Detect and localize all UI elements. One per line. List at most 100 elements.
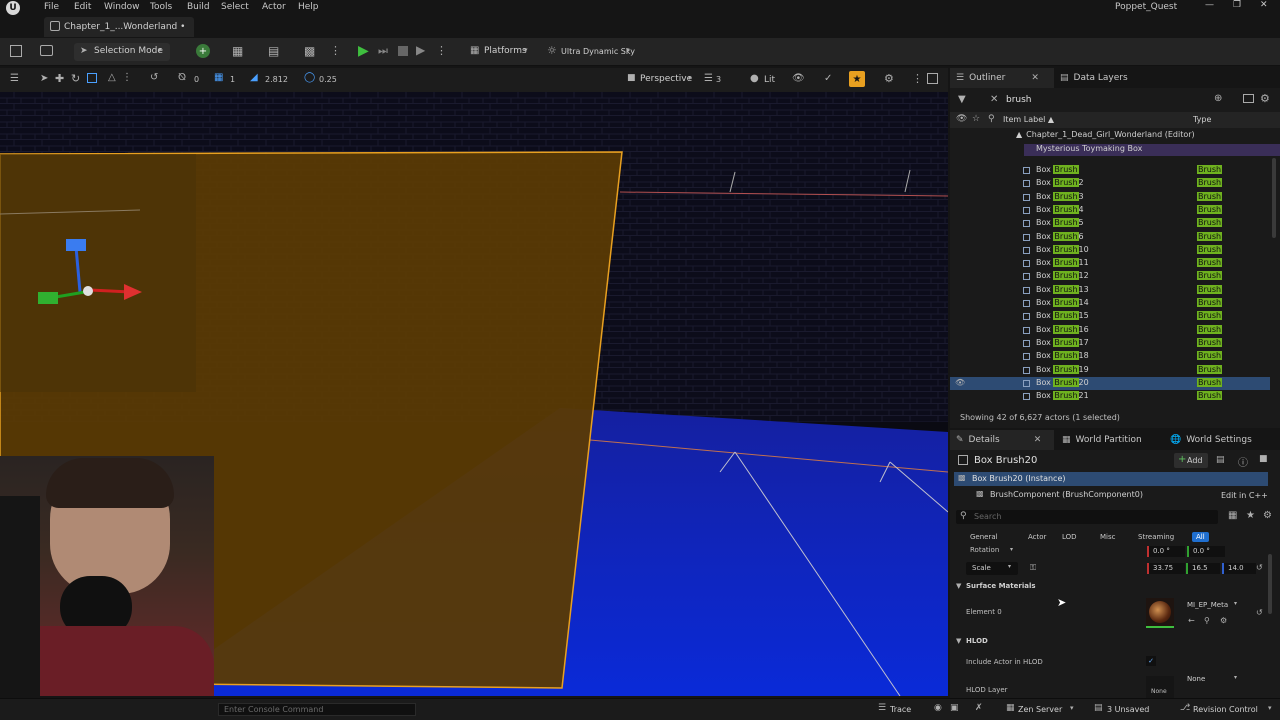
scale-y-field[interactable]: 16.5 xyxy=(1186,563,1220,574)
outliner-row[interactable]: Box Brush3 Brush xyxy=(950,191,1270,204)
settings-gear-icon[interactable]: ⚙ xyxy=(884,72,894,85)
outliner-row[interactable]: Box Brush6 Brush xyxy=(950,231,1270,244)
table-view-icon[interactable]: ▦ xyxy=(1228,510,1237,521)
step-icon[interactable]: ⏭ xyxy=(378,44,388,58)
viewport-menu-icon[interactable]: ☰ xyxy=(10,73,19,84)
menu-actor[interactable]: Actor xyxy=(262,2,286,12)
camera-count-icon[interactable]: ☰ xyxy=(704,73,713,84)
perspective-button[interactable]: Perspective xyxy=(640,74,692,84)
fov-value[interactable]: 2.812 xyxy=(265,75,288,84)
material-thumbnail[interactable] xyxy=(1146,598,1174,628)
menu-window[interactable]: Window xyxy=(104,2,140,12)
outliner-row[interactable]: Box Brush4 Brush xyxy=(950,204,1270,217)
fov-icon[interactable]: ◢ xyxy=(250,72,258,83)
outliner-row[interactable]: Box Brush5 Brush xyxy=(950,217,1270,230)
type-header[interactable]: Type xyxy=(1193,115,1211,124)
zen-server-button[interactable]: Zen Server xyxy=(1018,705,1062,714)
game-view-icon[interactable]: ★ xyxy=(849,71,865,87)
new-folder-icon[interactable] xyxy=(1243,94,1254,103)
translate-tool-icon[interactable]: ✚ xyxy=(55,72,64,85)
derived-data-icon[interactable]: ✗ xyxy=(975,703,983,713)
browse-icon[interactable]: ⚲ xyxy=(1204,616,1210,625)
stop-icon[interactable] xyxy=(398,46,408,56)
modes-icon[interactable]: ▩ xyxy=(304,44,315,58)
unreal-logo-icon[interactable]: U xyxy=(6,1,20,15)
visibility-eye-icon[interactable]: 👁 xyxy=(955,378,965,387)
play-options-icon[interactable]: ⋮ xyxy=(436,44,447,57)
outliner-row[interactable]: Box Brush17 Brush xyxy=(950,337,1270,350)
outliner-row[interactable]: Box Brush2 Brush xyxy=(950,177,1270,190)
blueprint-icon[interactable]: ▦ xyxy=(232,44,243,58)
vp-more-icon[interactable]: ⋮ xyxy=(122,72,132,83)
console-input[interactable]: Enter Console Command xyxy=(218,703,416,716)
menu-build[interactable]: Build xyxy=(187,2,210,12)
outliner-row[interactable]: Box Brush10 Brush xyxy=(950,244,1270,257)
scale-z-field[interactable]: 14.0 xyxy=(1222,563,1256,574)
save-icon[interactable] xyxy=(10,45,22,57)
world-local-icon[interactable]: ↺ xyxy=(150,72,158,83)
rotation-y-field[interactable]: 0.0 ° xyxy=(1187,546,1225,557)
surface-materials-header[interactable]: ▼ Surface Materials xyxy=(950,580,1270,594)
tree-folder[interactable]: Mysterious Toymaking Box xyxy=(1024,144,1280,156)
add-filter-icon[interactable]: ⊕ xyxy=(1214,93,1222,104)
revision-control-button[interactable]: Revision Control xyxy=(1193,705,1258,714)
tab-outliner[interactable]: ☰ Outliner ✕ xyxy=(950,68,1054,88)
outliner-search-input[interactable]: brush xyxy=(1004,92,1204,108)
ultra-dynamic-sky-button[interactable]: Ultra Dynamic Sky xyxy=(561,47,635,56)
category-general[interactable]: General xyxy=(966,532,1002,542)
tab-world-settings[interactable]: 🌐 World Settings xyxy=(1170,430,1252,450)
surface-snap-icon[interactable]: △ xyxy=(108,72,116,83)
selection-mode-button[interactable]: ➤ Selection Mode ▾ xyxy=(74,43,170,61)
category-all[interactable]: All xyxy=(1192,532,1209,542)
tab-details[interactable]: ✎ Details ✕ xyxy=(950,430,1054,450)
instance-row[interactable]: ▩ Box Brush20 (Instance) xyxy=(954,472,1268,486)
rotation-x-field[interactable]: 0.0 ° xyxy=(1147,546,1185,557)
tree-root[interactable]: ▲ Chapter_1_Dead_Girl_Wonderland (Editor) xyxy=(1016,130,1195,139)
grid-snap-value[interactable]: 1 xyxy=(230,75,235,84)
layout-icon[interactable] xyxy=(927,73,938,84)
show-icon[interactable]: 👁 xyxy=(792,73,805,84)
reset-material-icon[interactable]: ↺ xyxy=(1256,608,1263,617)
category-actor[interactable]: Actor xyxy=(1024,532,1050,542)
unsaved-button[interactable]: 3 Unsaved xyxy=(1107,705,1149,714)
details-search-input[interactable]: ⚲ Search xyxy=(956,510,1218,524)
hlod-layer-dropdown[interactable]: None ▾ xyxy=(1184,674,1242,686)
blueprint-add-icon[interactable]: ▤ xyxy=(1216,455,1225,465)
outliner-row[interactable]: Box Brush11 Brush xyxy=(950,257,1270,270)
use-selected-icon[interactable]: ← xyxy=(1188,616,1195,625)
menu-help[interactable]: Help xyxy=(298,2,319,12)
eject-icon[interactable]: ▶ xyxy=(416,43,425,57)
category-lod[interactable]: LOD xyxy=(1058,532,1081,542)
camera-speed-value[interactable]: 0.25 xyxy=(319,75,337,84)
outliner-scrollbar[interactable] xyxy=(1272,158,1276,238)
level-tab[interactable]: Chapter_1_...Wonderland • xyxy=(44,17,194,37)
close-window-icon[interactable]: ✕ xyxy=(1260,0,1268,10)
hlod-layer-thumbnail[interactable]: None xyxy=(1146,676,1174,698)
reset-scale-icon[interactable]: ↺ xyxy=(1256,563,1263,572)
rotate-tool-icon[interactable]: ↻ xyxy=(71,72,80,85)
content-browser-icon[interactable] xyxy=(40,45,53,56)
scale-lock-icon[interactable]: ⚿ xyxy=(1030,563,1036,573)
lit-button[interactable]: Lit xyxy=(764,75,775,85)
item-label-header[interactable]: Item Label ▲ xyxy=(1003,115,1054,124)
menu-select[interactable]: Select xyxy=(221,2,249,12)
record-icon[interactable]: ◉ xyxy=(934,703,942,713)
close-details-icon[interactable]: ✕ xyxy=(1034,435,1042,445)
outliner-settings-icon[interactable]: ⚙ xyxy=(1260,92,1270,105)
outliner-row[interactable]: Box Brush13 Brush xyxy=(950,284,1270,297)
category-streaming[interactable]: Streaming xyxy=(1134,532,1178,542)
favorites-icon[interactable]: ★ xyxy=(1246,510,1255,521)
hlod-header[interactable]: ▼ HLOD xyxy=(950,635,1270,649)
sequencer-icon[interactable]: ▤ xyxy=(268,44,279,58)
outliner-row[interactable]: Box Brush19 Brush xyxy=(950,364,1270,377)
tab-world-partition[interactable]: ▦ World Partition xyxy=(1062,430,1142,450)
edit-in-cpp-link[interactable]: Edit in C++ xyxy=(1221,491,1268,500)
category-misc[interactable]: Misc xyxy=(1096,532,1119,542)
filter-icon[interactable]: ▼ xyxy=(958,94,966,105)
lock-icon[interactable]: ■ xyxy=(1259,454,1268,464)
outliner-row[interactable]: 👁 Box Brush20 Brush xyxy=(950,376,1270,390)
outliner-row[interactable]: Box Brush14 Brush xyxy=(950,297,1270,310)
add-actor-icon[interactable]: + xyxy=(196,44,210,58)
outliner-row[interactable]: Box Brush18 Brush xyxy=(950,350,1270,363)
rotate-snap-value[interactable]: 0 xyxy=(194,75,199,84)
